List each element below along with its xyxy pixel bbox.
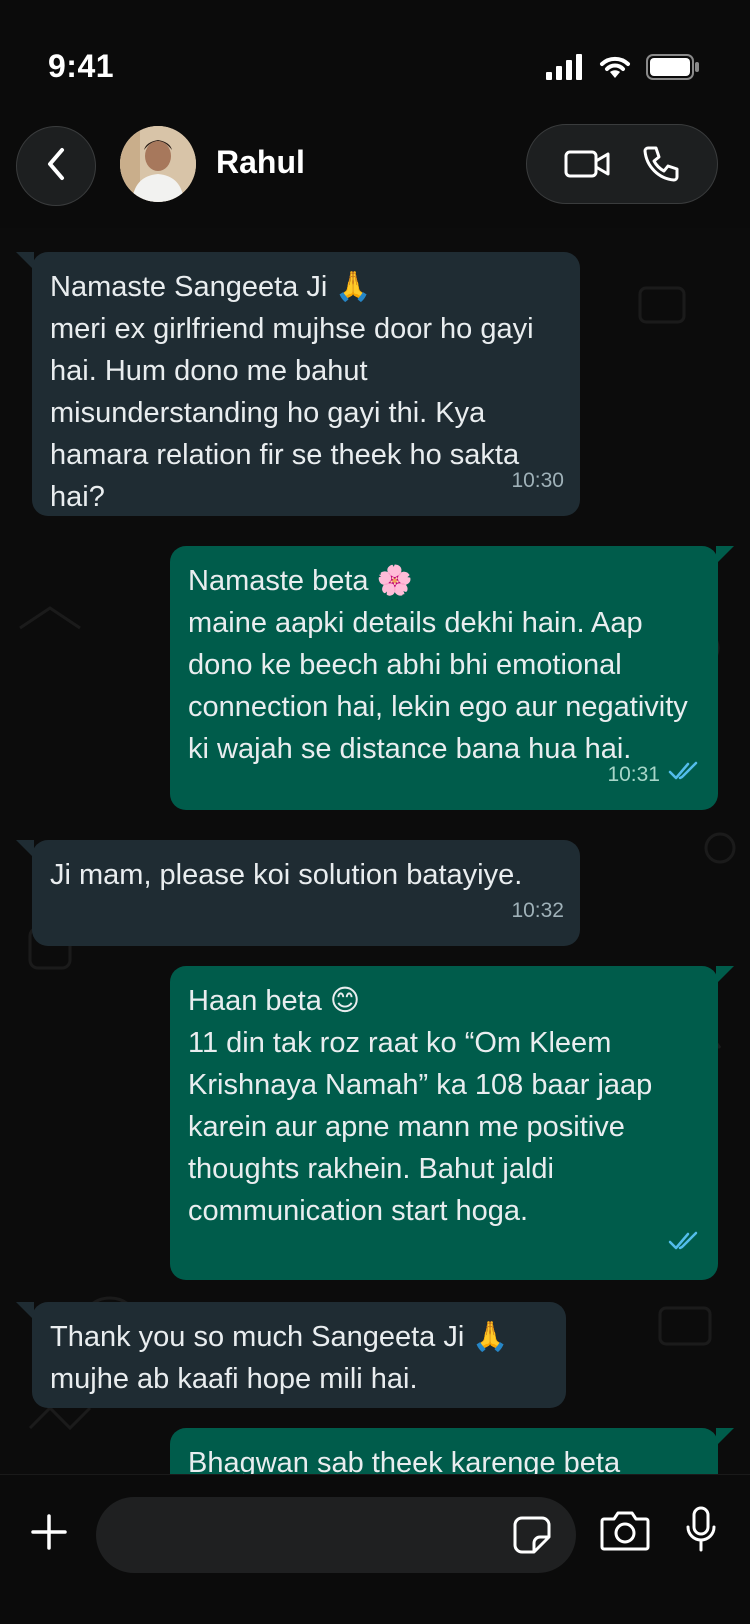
call-actions (526, 124, 718, 204)
message-bubble-incoming[interactable]: Thank you so much Sangeeta Ji 🙏 mujhe ab… (16, 1302, 566, 1408)
message-text: Thank you so much Sangeeta Ji 🙏 mujhe ab… (50, 1321, 509, 1395)
microphone-icon[interactable] (684, 1505, 718, 1558)
battery-icon (646, 54, 700, 85)
avatar[interactable] (120, 126, 196, 202)
message-text: Ji mam, please koi solution batayiye. (50, 859, 523, 891)
camera-icon[interactable] (600, 1509, 650, 1556)
bubble-tail (16, 840, 34, 858)
double-check-read-icon (668, 754, 702, 796)
add-attachment-button[interactable] (26, 1511, 72, 1557)
message-time: 10:32 (511, 899, 564, 922)
status-time: 9:41 (48, 48, 115, 84)
message-text: Namaste Sangeeta Ji 🙏 meri ex girlfriend… (50, 271, 534, 513)
back-button[interactable] (16, 126, 96, 206)
message-bubble-outgoing[interactable]: Namaste beta 🌸 maine aapki details dekhi… (170, 546, 734, 810)
bubble-tail (716, 1428, 734, 1446)
bubble-tail (716, 966, 734, 984)
status-bar: 9:41 (0, 0, 750, 120)
message-text: Namaste beta 🌸 maine aapki details dekhi… (188, 565, 688, 765)
message-text: Haan beta 😊 11 din tak roz raat ko “Om K… (188, 985, 653, 1227)
video-call-icon[interactable] (564, 148, 610, 180)
message-meta: 10:31 (607, 754, 702, 796)
chat-header: Rahul (0, 120, 750, 228)
message-input[interactable] (96, 1497, 576, 1573)
phone-icon[interactable] (640, 144, 680, 184)
wifi-icon (598, 54, 632, 85)
status-icons (546, 54, 700, 85)
message-bubble-incoming[interactable]: Ji mam, please koi solution batayiye. 10… (16, 840, 580, 946)
message-meta (660, 1224, 702, 1266)
message-bubble-outgoing[interactable]: Bhagwan sab theek karenge beta (170, 1428, 734, 1474)
signal-icon (546, 54, 584, 85)
chevron-left-icon (44, 146, 68, 187)
sticker-icon[interactable] (512, 1515, 552, 1560)
bubble-tail (716, 546, 734, 564)
message-time: 10:30 (511, 469, 564, 492)
double-check-read-icon (668, 1224, 702, 1266)
message-bubble-outgoing[interactable]: Haan beta 😊 11 din tak roz raat ko “Om K… (170, 966, 734, 1280)
message-list[interactable]: Namaste Sangeeta Ji 🙏 meri ex girlfriend… (0, 228, 750, 1474)
message-meta: 10:32 (511, 890, 564, 932)
bubble-tail (16, 252, 34, 270)
message-bubble-incoming[interactable]: Namaste Sangeeta Ji 🙏 meri ex girlfriend… (16, 252, 580, 516)
bubble-tail (16, 1302, 34, 1320)
message-time: 10:31 (607, 763, 660, 786)
message-text: Bhagwan sab theek karenge beta (188, 1447, 621, 1474)
contact-name[interactable]: Rahul (216, 144, 305, 181)
plus-icon (30, 1513, 68, 1556)
message-meta: 10:30 (511, 460, 564, 502)
composer-bar (0, 1474, 750, 1624)
